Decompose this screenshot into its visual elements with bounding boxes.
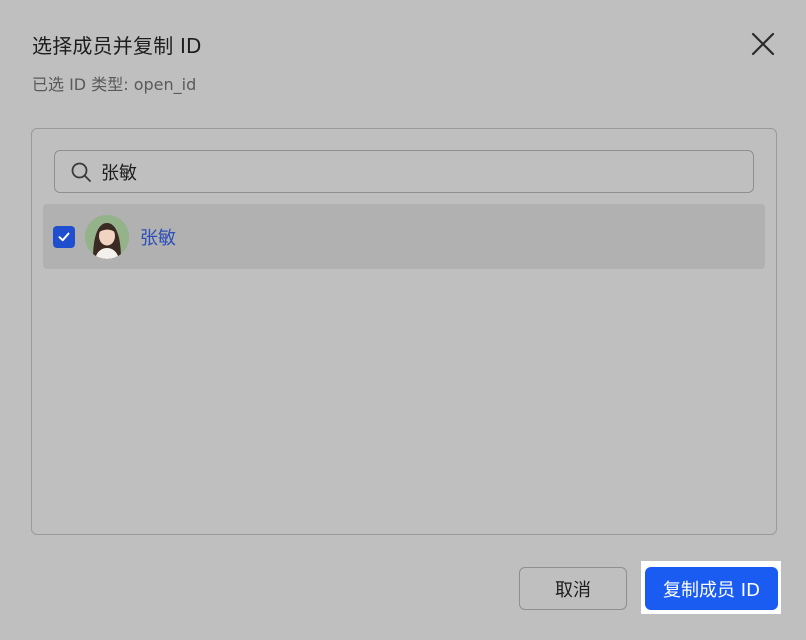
list-item[interactable]: 张敏 — [43, 204, 765, 269]
dialog-subtitle: 已选 ID 类型: open_id — [32, 75, 197, 94]
search-input[interactable] — [101, 161, 701, 182]
dialog-title: 选择成员并复制 ID — [32, 34, 202, 58]
copy-member-id-button[interactable]: 复制成员 ID — [645, 567, 778, 610]
search-box[interactable] — [54, 150, 754, 193]
close-icon — [751, 32, 775, 56]
member-checkbox[interactable] — [53, 225, 75, 248]
close-button[interactable] — [748, 29, 778, 59]
copy-member-id-dialog: 选择成员并复制 ID 已选 ID 类型: open_id 张敏 张敏 取消 复制… — [0, 0, 806, 640]
checkmark-icon — [58, 232, 70, 241]
cancel-button[interactable]: 取消 — [519, 567, 627, 610]
search-icon — [70, 161, 92, 183]
avatar — [85, 214, 129, 259]
member-panel: 张敏 — [31, 128, 777, 535]
member-name: 张敏 — [140, 227, 176, 249]
